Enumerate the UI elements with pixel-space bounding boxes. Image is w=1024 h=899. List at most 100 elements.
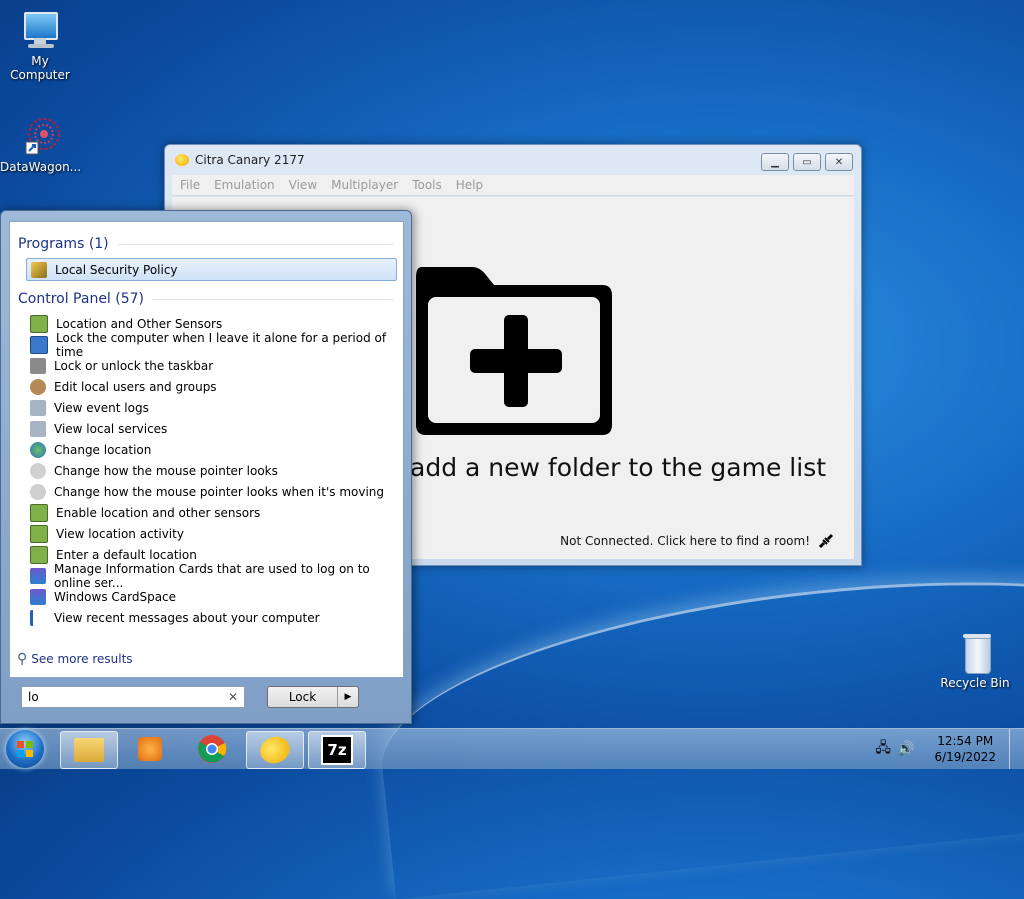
computer-icon: [20, 8, 60, 52]
menu-help[interactable]: Help: [456, 178, 483, 192]
see-more-results-link[interactable]: ⚲ See more results: [17, 651, 133, 667]
cp-item-label: Change how the mouse pointer looks when …: [54, 484, 385, 499]
cp-item-label: Location and Other Sensors: [56, 316, 223, 331]
recycle-bin-icon: [955, 630, 995, 674]
cp-item[interactable]: Change how the mouse pointer looks: [26, 460, 397, 481]
taskbar-7zip[interactable]: 7z: [308, 731, 366, 769]
see-more-label: See more results: [31, 652, 133, 666]
taskbar-citra[interactable]: [246, 731, 304, 769]
datawagon-icon: [20, 114, 60, 158]
cp-item[interactable]: Manage Information Cards that are used t…: [26, 562, 397, 590]
event-log-icon: [30, 399, 46, 416]
location-sensor-icon: [30, 503, 48, 522]
cp-item[interactable]: View event logs: [26, 397, 397, 418]
menu-bar: File Emulation View Multiplayer Tools He…: [172, 175, 854, 196]
cp-item[interactable]: Change location: [26, 439, 397, 460]
citra-logo-icon: [175, 154, 189, 166]
menu-tools[interactable]: Tools: [412, 178, 442, 192]
cp-item[interactable]: View local services: [26, 418, 397, 439]
clock-time: 12:54 PM: [937, 734, 994, 748]
cp-item-label: Enter a default location: [56, 547, 197, 562]
result-local-security-policy[interactable]: Local Security Policy: [26, 258, 397, 281]
start-search-box[interactable]: ✕: [21, 686, 245, 708]
taskbar-media-player[interactable]: [122, 731, 178, 767]
cp-item[interactable]: View location activity: [26, 523, 397, 544]
cp-item[interactable]: Edit local users and groups: [26, 376, 397, 397]
mouse-icon: [30, 462, 46, 479]
desktop-icon-my-computer[interactable]: My Computer: [0, 8, 80, 82]
file-explorer-icon: [74, 738, 104, 762]
desktop-icon-recycle-bin[interactable]: Recycle Bin: [935, 630, 1015, 690]
close-button[interactable]: ✕: [825, 153, 853, 171]
close-icon: ✕: [834, 156, 844, 168]
cp-item-label: Enable location and other sensors: [56, 505, 261, 520]
cp-item-label: Manage Information Cards that are used t…: [54, 561, 370, 590]
cardspace-icon: [30, 588, 46, 605]
add-folder-icon[interactable]: [412, 257, 616, 439]
cp-item-label: View recent messages about your computer: [54, 610, 320, 625]
taskbar: 7z 🖧 🔊 12:54 PM 6/19/2022: [0, 728, 1024, 769]
desktop-icon-label: DataWagon...: [0, 160, 82, 174]
services-icon: [30, 420, 46, 437]
taskbar-chrome[interactable]: [184, 731, 240, 767]
cp-item[interactable]: Enable location and other sensors: [26, 502, 397, 523]
search-results-panel: Programs (1) Local Security Policy Contr…: [9, 221, 404, 678]
location-sensor-icon: [30, 524, 48, 543]
volume-icon[interactable]: 🔊: [897, 741, 914, 757]
cp-item-label: Lock the computer when I leave it alone …: [56, 330, 387, 359]
cp-item[interactable]: Change how the mouse pointer looks when …: [26, 481, 397, 502]
start-menu: Programs (1) Local Security Policy Contr…: [0, 210, 412, 724]
show-desktop-button[interactable]: [1009, 729, 1024, 769]
power-options-arrow-icon[interactable]: ▶: [337, 687, 358, 707]
programs-header[interactable]: Programs (1): [18, 236, 403, 252]
citra-icon: [256, 732, 294, 768]
network-disconnected-icon[interactable]: [818, 533, 834, 549]
control-panel-header[interactable]: Control Panel (57): [18, 291, 403, 307]
window-title: Citra Canary 2177: [195, 153, 305, 167]
desktop-icon-label: My Computer: [10, 54, 70, 82]
cp-item[interactable]: View recent messages about your computer: [26, 607, 397, 628]
network-icon[interactable]: 🖧: [875, 737, 891, 761]
search-icon: ⚲: [17, 651, 28, 667]
cp-item-label: Edit local users and groups: [54, 379, 217, 394]
taskbar-explorer[interactable]: [60, 731, 118, 769]
start-button[interactable]: [6, 730, 44, 768]
cp-item-label: Windows CardSpace: [54, 589, 177, 604]
desktop-icon-label: Recycle Bin: [940, 676, 1010, 690]
users-icon: [30, 378, 46, 395]
menu-view[interactable]: View: [289, 178, 317, 192]
cardspace-icon: [30, 567, 46, 584]
location-sensor-icon: [30, 314, 48, 333]
clock[interactable]: 12:54 PM 6/19/2022: [934, 733, 996, 765]
clear-search-icon[interactable]: ✕: [228, 690, 238, 704]
wallpaper-swoosh: [368, 543, 1024, 899]
cp-item-label: View location activity: [56, 526, 184, 541]
cp-item-label: Change location: [54, 442, 152, 457]
lock-button-label: Lock: [288, 690, 317, 704]
location-sensor-icon: [30, 545, 48, 564]
cp-item-label: View event logs: [54, 400, 149, 415]
globe-icon: [30, 441, 46, 458]
status-bar[interactable]: Not Connected. Click here to find a room…: [560, 533, 834, 549]
media-player-icon: [138, 737, 162, 761]
chrome-icon: [198, 735, 227, 763]
desktop-icon-datawagon[interactable]: DataWagon...: [0, 114, 82, 174]
cp-item[interactable]: Lock the computer when I leave it alone …: [26, 331, 397, 359]
maximize-icon: ▭: [802, 156, 812, 168]
minimize-button[interactable]: ▁: [761, 153, 789, 171]
clock-date: 6/19/2022: [934, 750, 996, 764]
network-status-text[interactable]: Not Connected. Click here to find a room…: [560, 534, 810, 548]
security-policy-icon: [31, 261, 47, 278]
maximize-button[interactable]: ▭: [793, 153, 821, 171]
result-label: Local Security Policy: [55, 262, 178, 277]
lock-button[interactable]: Lock ▶: [267, 686, 359, 708]
citra-titlebar[interactable]: Citra Canary 2177: [165, 145, 861, 175]
search-input[interactable]: [22, 689, 220, 705]
menu-multiplayer[interactable]: Multiplayer: [331, 178, 398, 192]
flag-icon: [30, 609, 46, 626]
menu-file[interactable]: File: [180, 178, 200, 192]
empty-game-list-message: add a new folder to the game list: [410, 453, 827, 482]
windows-logo-icon: [17, 741, 33, 757]
menu-emulation[interactable]: Emulation: [214, 178, 275, 192]
minimize-icon: ▁: [771, 156, 779, 168]
